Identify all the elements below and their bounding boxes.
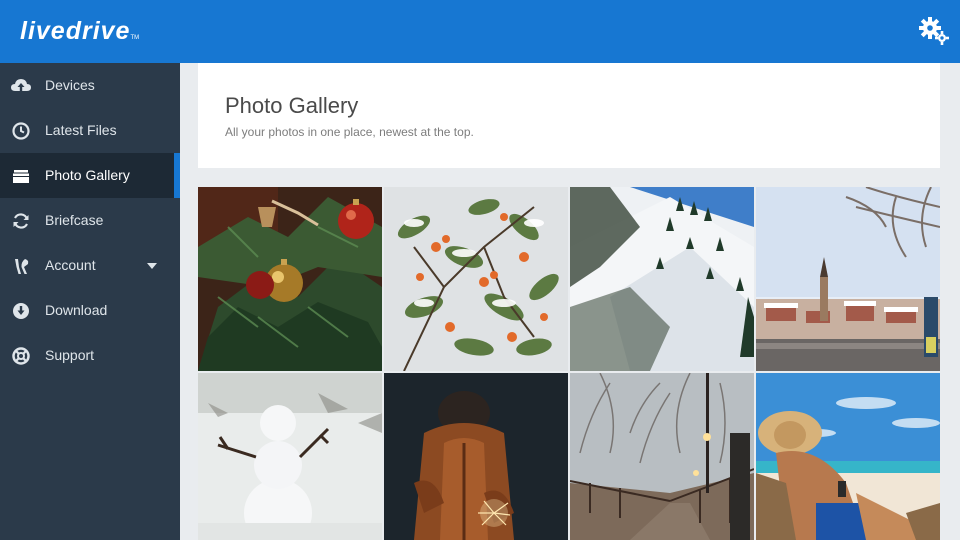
photo-thumbnail-christmas-ornaments[interactable] xyxy=(198,187,382,371)
gear-icon[interactable] xyxy=(918,15,952,45)
page-subtitle: All your photos in one place, newest at … xyxy=(225,125,474,139)
photo-thumbnail-snowy-hillside[interactable] xyxy=(570,187,754,371)
sidebar-item-label: Latest Files xyxy=(45,122,117,138)
download-icon xyxy=(10,300,32,322)
cloud-upload-icon xyxy=(10,75,32,97)
page-title: Photo Gallery xyxy=(225,93,359,118)
photo-thumbnail-beach-reader[interactable] xyxy=(756,373,940,540)
sidebar-item-download[interactable]: Download xyxy=(0,288,180,333)
tools-icon xyxy=(10,255,32,277)
sidebar-item-account[interactable]: Account xyxy=(0,243,180,288)
chevron-down-icon[interactable] xyxy=(147,263,157,269)
photo-thumbnail-child-with-sparkler[interactable] xyxy=(384,373,568,540)
sidebar-item-support[interactable]: Support xyxy=(0,333,180,378)
logo-text: livedrive xyxy=(20,17,131,45)
photo-thumbnail-snowman[interactable] xyxy=(198,373,382,540)
sidebar-item-devices[interactable]: Devices xyxy=(0,63,180,108)
livedrive-logo[interactable]: livedriveTM xyxy=(20,17,139,46)
sidebar: Devices Latest Files Photo Gallery Brief… xyxy=(0,63,180,540)
sidebar-item-photo-gallery[interactable]: Photo Gallery xyxy=(0,153,180,198)
sidebar-item-label: Account xyxy=(45,257,96,273)
main-content: Photo Gallery All your photos in one pla… xyxy=(180,63,960,540)
lifebuoy-icon xyxy=(10,345,32,367)
sync-icon xyxy=(10,210,32,232)
sidebar-item-latest-files[interactable]: Latest Files xyxy=(0,108,180,153)
top-bar: livedriveTM xyxy=(0,0,960,63)
photo-grid xyxy=(198,187,940,540)
sidebar-item-label: Devices xyxy=(45,77,95,93)
page-header-card: Photo Gallery All your photos in one pla… xyxy=(198,63,940,168)
clock-icon xyxy=(10,120,32,142)
photo-thumbnail-winter-town[interactable] xyxy=(756,187,940,371)
sidebar-item-briefcase[interactable]: Briefcase xyxy=(0,198,180,243)
photo-thumbnail-snowy-berries[interactable] xyxy=(384,187,568,371)
sidebar-item-label: Support xyxy=(45,347,95,363)
sidebar-item-label: Photo Gallery xyxy=(45,167,130,183)
sidebar-item-label: Download xyxy=(45,302,108,318)
gallery-icon xyxy=(10,165,32,187)
sidebar-item-label: Briefcase xyxy=(45,212,104,228)
logo-trademark: TM xyxy=(130,35,140,41)
photo-thumbnail-winter-bridge[interactable] xyxy=(570,373,754,540)
